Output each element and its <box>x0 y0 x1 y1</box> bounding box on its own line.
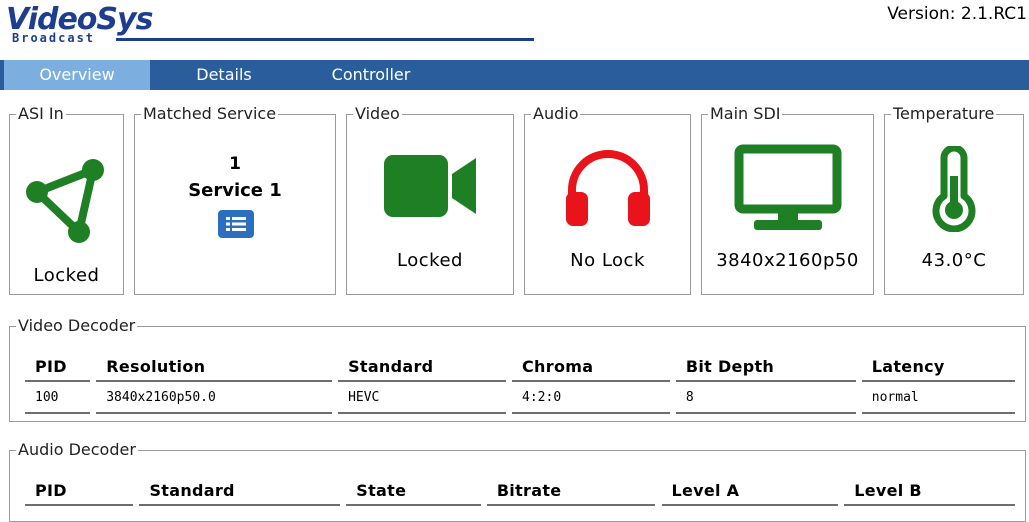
temperature-status: 43.0°C <box>921 250 987 271</box>
video-panel: Video Locked <box>346 106 514 295</box>
bit-depth-cell: 8 <box>675 381 856 414</box>
audio-decoder-table: PID Standard State Bitrate Level A Level… <box>25 476 1015 506</box>
videosys-logo: VideoSys Broadcast <box>6 4 534 46</box>
column-header: Resolution <box>96 352 333 382</box>
audio-panel: Audio No Lock <box>524 106 691 295</box>
tab-overview[interactable]: Overview <box>4 60 150 90</box>
network-icon <box>25 159 104 243</box>
main-sdi-title: Main SDI <box>710 104 781 123</box>
standard-cell: HEVC <box>338 381 507 414</box>
audio-title: Audio <box>533 104 579 123</box>
column-header: PID <box>25 352 91 382</box>
nav-bar: Overview Details Controller <box>0 60 1029 90</box>
matched-service-title: Matched Service <box>143 104 277 123</box>
matched-service-name: Service 1 <box>188 180 282 201</box>
headphones-icon <box>565 150 650 226</box>
column-header: Latency <box>861 352 1015 382</box>
header: VideoSys Broadcast Version: 2.1.RC1 <box>0 0 1029 60</box>
audio-decoder-title: Audio Decoder <box>18 440 136 459</box>
video-decoder-table: PID Resolution Standard Chroma Bit Depth… <box>25 352 1015 414</box>
asi-in-title: ASI In <box>18 104 64 123</box>
main-sdi-status: 3840x2160p50 <box>716 250 859 271</box>
logo-subtext: Broadcast <box>12 31 96 45</box>
video-camera-icon <box>384 155 476 217</box>
thermometer-icon <box>932 146 976 232</box>
column-header: Bitrate <box>486 476 656 506</box>
column-header: Bit Depth <box>675 352 856 382</box>
pid-cell: 100 <box>25 381 91 414</box>
table-header-row: PID Resolution Standard Chroma Bit Depth… <box>25 352 1015 382</box>
column-header: Level A <box>661 476 839 506</box>
temperature-panel: Temperature 43.0°C <box>884 106 1024 295</box>
column-header: PID <box>25 476 134 506</box>
matched-service-number: 1 <box>229 154 241 174</box>
video-decoder-title: Video Decoder <box>18 316 136 335</box>
video-decoder-panel: Video Decoder PID Resolution Standard Ch… <box>9 318 1026 422</box>
column-header: Level B <box>844 476 1015 506</box>
column-header: Standard <box>139 476 341 506</box>
matched-service-panel: Matched Service 1 Service 1 <box>134 106 336 295</box>
chroma-cell: 4:2:0 <box>512 381 671 414</box>
temperature-title: Temperature <box>893 104 995 123</box>
tab-details[interactable]: Details <box>150 60 298 90</box>
asi-in-panel: ASI In Locked <box>9 106 124 295</box>
video-title: Video <box>355 104 400 123</box>
audio-decoder-panel: Audio Decoder PID Standard State Bitrate… <box>9 442 1026 522</box>
asi-in-status: Locked <box>33 265 100 286</box>
resolution-cell: 3840x2160p50.0 <box>96 381 333 414</box>
service-list-button[interactable] <box>218 210 254 238</box>
table-row: 100 3840x2160p50.0 HEVC 4:2:0 8 normal <box>25 381 1015 414</box>
tab-controller[interactable]: Controller <box>298 60 444 90</box>
column-header: Chroma <box>512 352 671 382</box>
logo-underline <box>116 38 534 41</box>
audio-status: No Lock <box>570 250 645 271</box>
main-sdi-panel: Main SDI 3840x2160p50 <box>701 106 874 295</box>
column-header: Standard <box>338 352 507 382</box>
column-header: State <box>346 476 481 506</box>
video-status: Locked <box>397 250 463 271</box>
list-icon <box>226 217 246 231</box>
table-header-row: PID Standard State Bitrate Level A Level… <box>25 476 1015 506</box>
version-label: Version: 2.1.RC1 <box>887 4 1027 24</box>
latency-cell: normal <box>861 381 1015 414</box>
monitor-icon <box>734 144 841 230</box>
